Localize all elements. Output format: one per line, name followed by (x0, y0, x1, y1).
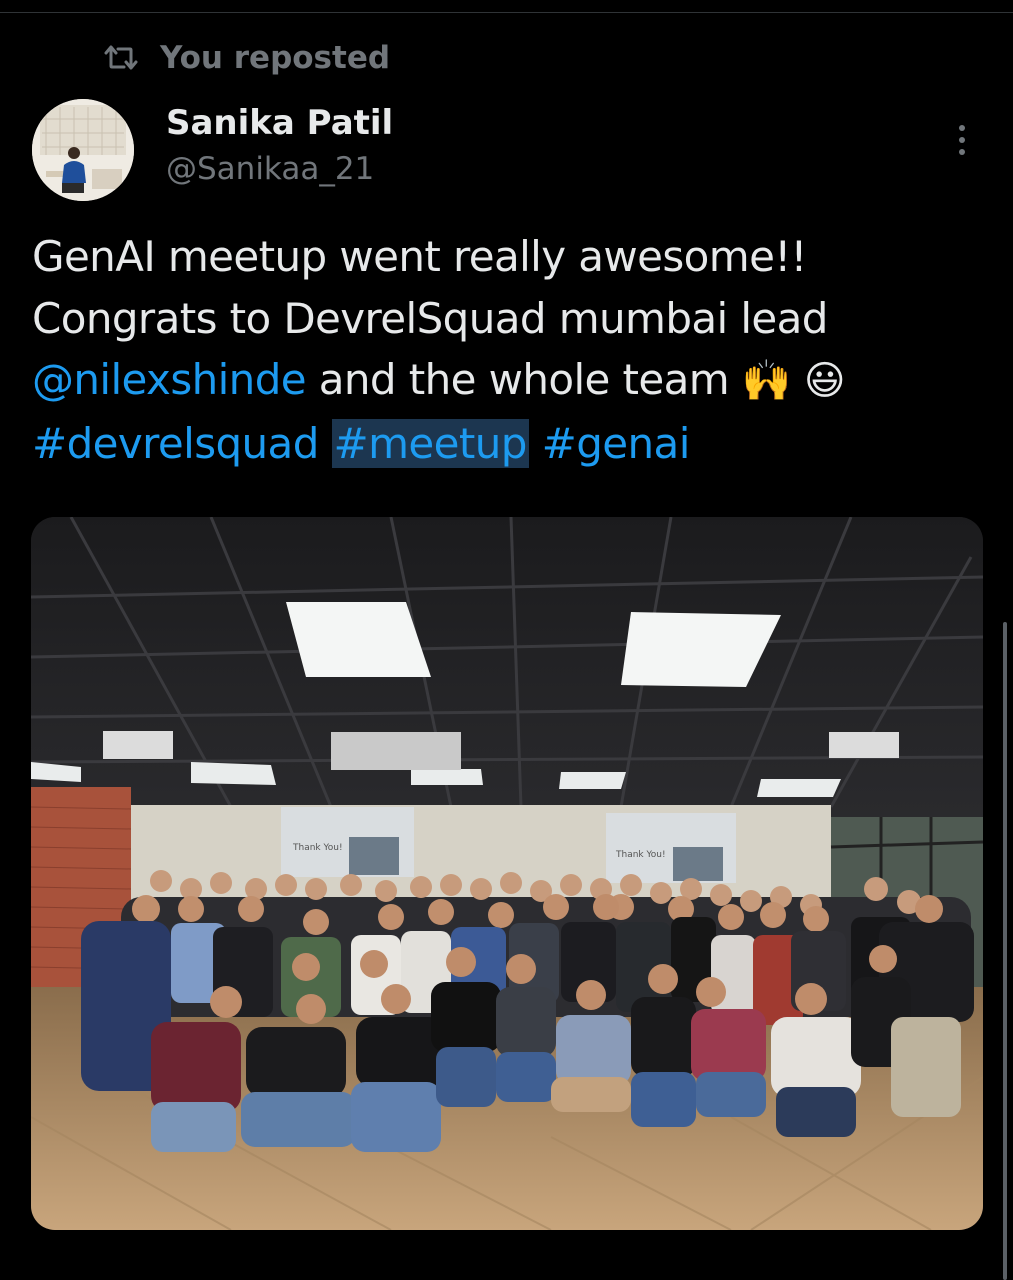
author-handle[interactable]: @Sanikaa_21 (166, 151, 374, 187)
tweet-line-4: #devrelsquad #meetup #genai (32, 413, 992, 475)
repost-label: You reposted (160, 40, 391, 76)
tweet-photo[interactable]: Thank You! Thank You! (31, 517, 983, 1230)
screen-right-text: Thank You! (615, 850, 666, 860)
hashtag-meetup[interactable]: #meetup (331, 418, 529, 468)
tweet-line-3: @nilexshinde and the whole team 🙌 😃 (32, 349, 992, 413)
raising-hands-emoji: 🙌 (741, 358, 792, 404)
mention-link[interactable]: @nilexshinde (32, 355, 307, 404)
avatar[interactable] (32, 99, 134, 201)
hashtag-genai[interactable]: #genai (542, 419, 691, 468)
tweet-line-3-text: and the whole team (306, 355, 742, 404)
hashtag-devrelsquad[interactable]: #devrelsquad (32, 419, 319, 468)
smiley-emoji: 😃 (803, 358, 846, 404)
more-options-icon[interactable] (946, 116, 978, 164)
tweet-line-1: GenAI meetup went really awesome!! (32, 232, 807, 281)
repost-icon (104, 45, 138, 70)
tweet-line-2: Congrats to DevrelSquad mumbai lead (32, 293, 828, 343)
top-divider (0, 12, 1013, 13)
repost-indicator[interactable]: You reposted (104, 38, 390, 78)
screen-left-text: Thank You! (292, 843, 343, 853)
scrollbar[interactable] (1003, 622, 1007, 1280)
author-display-name[interactable]: Sanika Patil (166, 103, 393, 143)
tweet-text: GenAI meetup went really awesome!! Congr… (32, 226, 992, 474)
